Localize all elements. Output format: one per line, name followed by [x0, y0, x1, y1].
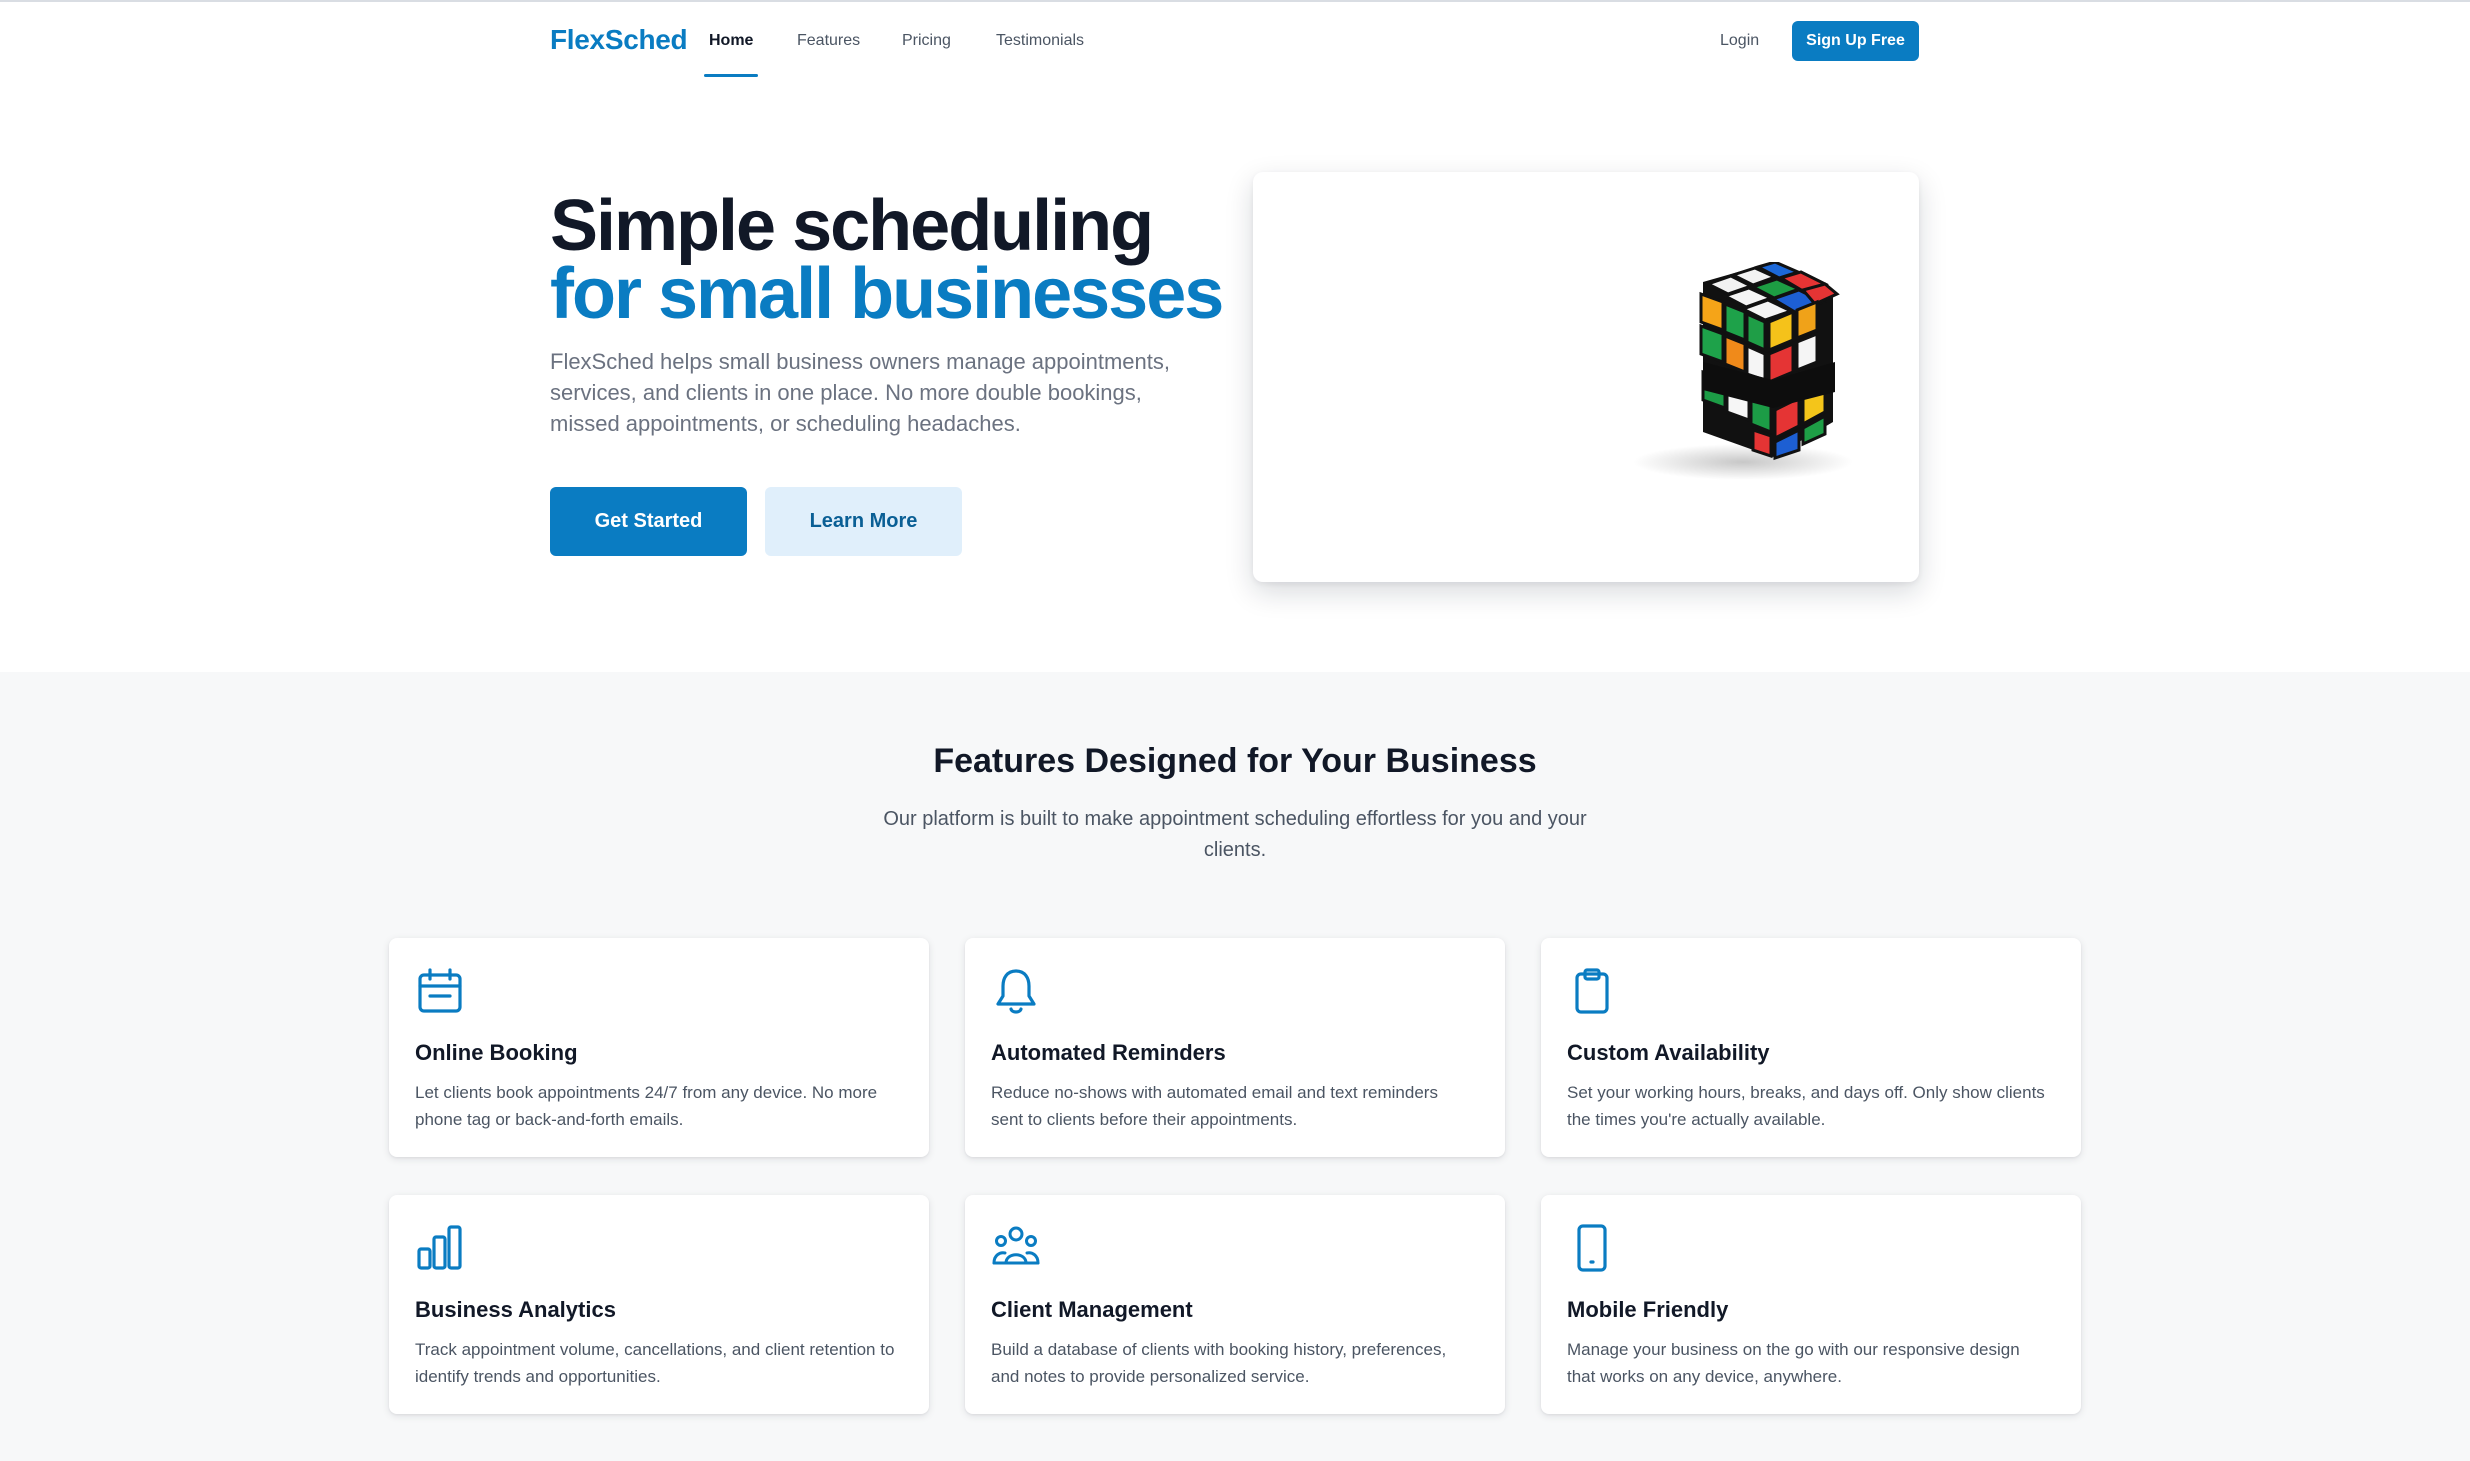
- feature-card-online-booking: Online Booking Let clients book appointm…: [389, 938, 929, 1157]
- hero-description: FlexSched helps small business owners ma…: [550, 349, 1170, 436]
- nav-link-testimonials[interactable]: Testimonials: [996, 32, 1084, 50]
- features-subtitle: Our platform is built to make appointmen…: [883, 808, 1587, 861]
- feature-card-client-management: Client Management Build a database of cl…: [965, 1195, 1505, 1414]
- hero-title: Simple scheduling for small businesses: [550, 186, 1224, 334]
- nav-link-features[interactable]: Features: [797, 32, 860, 50]
- nav-link-home[interactable]: Home: [709, 32, 753, 50]
- clipboard-icon: [1575, 968, 1609, 1014]
- get-started-button[interactable]: Get Started: [550, 487, 747, 556]
- hero-title-line2: for small businesses: [550, 254, 1224, 334]
- hero-image-card: [1253, 172, 1919, 582]
- feature-card-automated-reminders: Automated Reminders Reduce no-shows with…: [965, 938, 1505, 1157]
- feature-title: Online Booking: [415, 1040, 578, 1065]
- feature-title: Custom Availability: [1567, 1040, 1770, 1065]
- feature-card-mobile-friendly: Mobile Friendly Manage your business on …: [1541, 1195, 2081, 1414]
- rubiks-cube-image: [1633, 262, 1853, 480]
- signup-button[interactable]: Sign Up Free: [1792, 21, 1919, 61]
- feature-card-business-analytics: Business Analytics Track appointment vol…: [389, 1195, 929, 1414]
- login-link[interactable]: Login: [1720, 32, 1759, 50]
- feature-title: Automated Reminders: [991, 1040, 1226, 1065]
- feature-description: Track appointment volume, cancellations,…: [415, 1340, 895, 1386]
- feature-card-custom-availability: Custom Availability Set your working hou…: [1541, 938, 2081, 1157]
- bar-chart-icon: [417, 1225, 462, 1270]
- learn-more-button[interactable]: Learn More: [765, 487, 962, 556]
- feature-description: Reduce no-shows with automated email and…: [991, 1083, 1438, 1129]
- feature-description: Build a database of clients with booking…: [991, 1340, 1447, 1386]
- active-nav-indicator: [704, 74, 758, 77]
- feature-description: Let clients book appointments 24/7 from …: [415, 1083, 878, 1129]
- feature-title: Business Analytics: [415, 1297, 616, 1322]
- top-navigation: FlexSched Home Features Pricing Testimon…: [0, 2, 2470, 80]
- feature-title: Client Management: [991, 1297, 1193, 1322]
- feature-description: Manage your business on the go with our …: [1567, 1340, 2020, 1386]
- hero-title-line1: Simple scheduling: [550, 186, 1154, 266]
- bell-icon: [996, 969, 1036, 1014]
- calendar-icon: [418, 968, 462, 1013]
- feature-title: Mobile Friendly: [1567, 1297, 1729, 1322]
- feature-description: Set your working hours, breaks, and days…: [1567, 1083, 2045, 1129]
- nav-link-pricing[interactable]: Pricing: [902, 32, 951, 50]
- logo[interactable]: FlexSched: [550, 24, 688, 56]
- phone-icon: [1577, 1224, 1607, 1272]
- users-icon: [992, 1226, 1040, 1265]
- features-title: Features Designed for Your Business: [933, 742, 1537, 780]
